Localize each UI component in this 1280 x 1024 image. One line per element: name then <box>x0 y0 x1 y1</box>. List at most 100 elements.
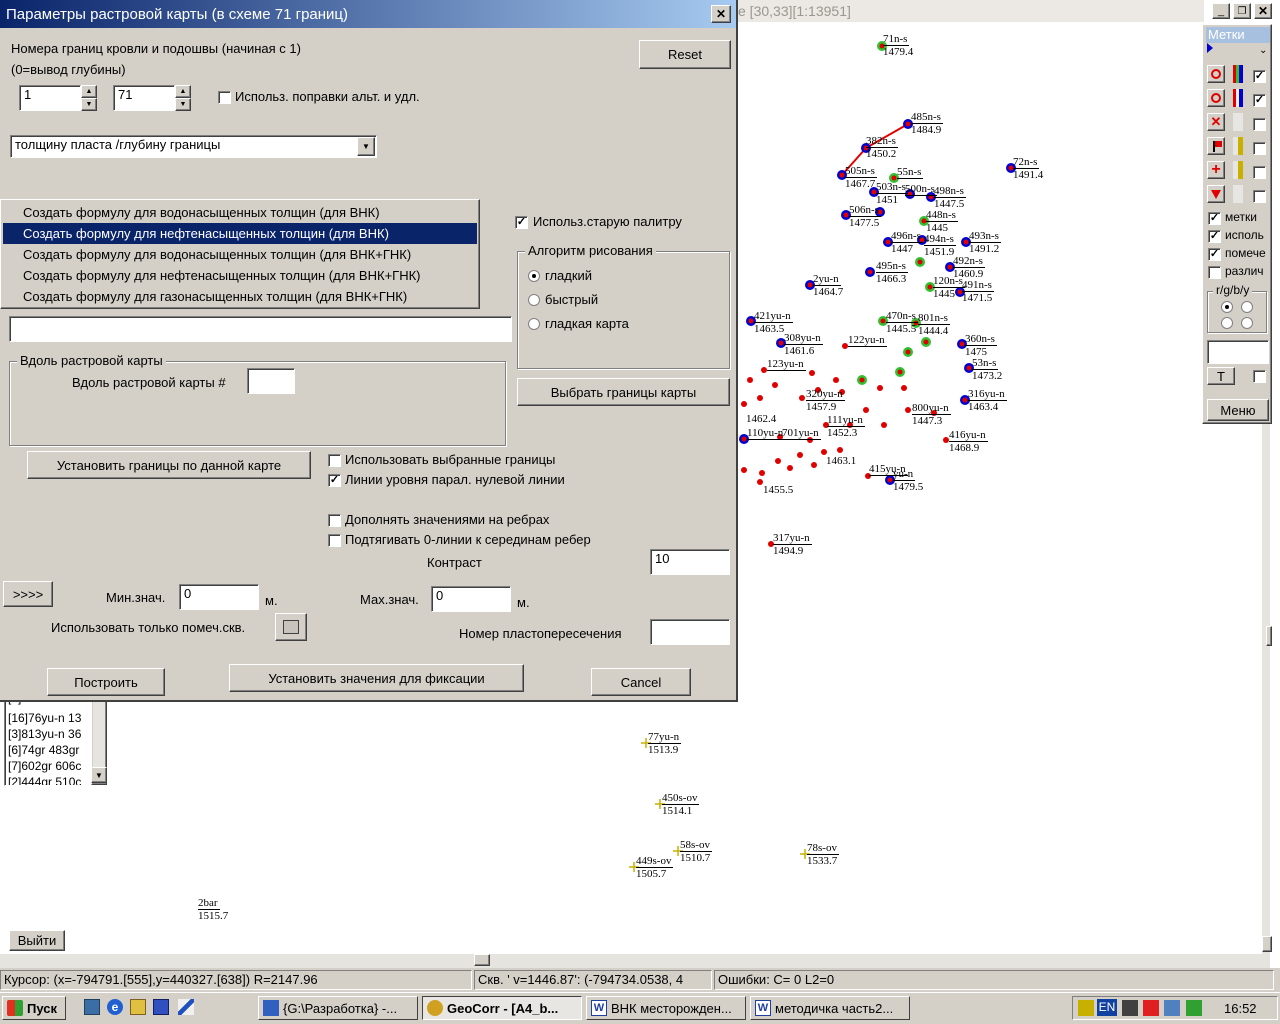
contrast-input[interactable]: 10 <box>650 549 730 575</box>
dialog-close-button[interactable]: ✕ <box>711 5 731 23</box>
mark-visible-check[interactable] <box>1253 190 1266 203</box>
bottom-boundary-up[interactable]: ▲ <box>175 85 191 98</box>
map-hscrollbar[interactable] <box>0 954 1262 968</box>
menu-item-water-vnk[interactable]: Создать формулу для водонасыщенных толщи… <box>3 202 477 223</box>
layer-number-input[interactable] <box>650 619 730 645</box>
well-list-scroll-down[interactable]: ▼ <box>91 767 107 783</box>
select-bounds-button[interactable]: Выбрать границы карты <box>517 378 730 406</box>
map-vscroll-down-button[interactable] <box>1262 936 1272 952</box>
rgby-radio-b[interactable] <box>1221 317 1233 329</box>
language-indicator[interactable]: EN <box>1097 999 1117 1016</box>
old-palette-check[interactable]: ✓ <box>515 216 528 229</box>
use-marked-button[interactable] <box>275 613 307 641</box>
menu-item-oil-vnk-gnk[interactable]: Создать формулу для нефтенасыщенных толщ… <box>3 265 477 286</box>
mode-select-dropdown[interactable]: ▼ <box>357 137 375 156</box>
exit-button[interactable]: Выйти <box>9 930 65 951</box>
distinct-check[interactable] <box>1208 266 1221 279</box>
well-label: 503n-s 1451 <box>876 181 908 206</box>
tray-monitor-icon[interactable] <box>1164 1000 1180 1016</box>
algorithm-smooth-map-radio[interactable] <box>528 318 540 330</box>
min-value-input[interactable]: 0 <box>179 584 259 610</box>
set-values-button[interactable]: Установить значения для фиксации <box>229 664 524 692</box>
rgby-radio-y[interactable] <box>1241 317 1253 329</box>
menu-button[interactable]: Меню <box>1207 399 1269 421</box>
use-corrections-check[interactable] <box>218 91 231 104</box>
top-boundary-up[interactable]: ▲ <box>81 85 97 98</box>
tray-safely-remove-icon[interactable] <box>1186 1000 1202 1016</box>
bottom-boundary-down[interactable]: ▼ <box>175 98 191 111</box>
algorithm-smooth-radio[interactable] <box>528 270 540 282</box>
menu-item-oil-vnk[interactable]: Создать формулу для нефтенасыщенных толщ… <box>3 223 477 244</box>
plus-mark-icon[interactable]: + <box>1207 161 1225 179</box>
along-number-input[interactable] <box>247 368 295 394</box>
marks-check[interactable]: ✓ <box>1208 212 1221 225</box>
cross-mark-icon[interactable]: ✕ <box>1207 113 1225 131</box>
use-check-label: исполь <box>1225 228 1264 242</box>
task-button-word-manual[interactable]: W методичка часть2... <box>750 996 910 1020</box>
algorithm-fast-radio[interactable] <box>528 294 540 306</box>
tray-app-icon[interactable] <box>1078 1000 1094 1016</box>
map-vscroll-thumb[interactable] <box>1266 626 1272 646</box>
use-selected-check[interactable] <box>328 454 341 467</box>
layer-number-label: Номер пластопересечения <box>459 626 622 641</box>
menu-item-gas-vnk-gnk[interactable]: Создать формулу для газонасыщенных толщи… <box>3 286 477 307</box>
list-item[interactable]: [6]74gr 483gr <box>8 743 79 757</box>
bottom-boundary-input[interactable]: 71 <box>113 85 175 111</box>
quick-launch-outlook-icon[interactable] <box>130 999 146 1015</box>
formula-input[interactable] <box>9 316 512 342</box>
mark-visible-check[interactable]: ✓ <box>1253 70 1266 83</box>
quick-launch-ie-icon[interactable]: e <box>107 999 123 1015</box>
t-check[interactable] <box>1253 370 1266 383</box>
start-button[interactable]: Пуск <box>2 996 66 1020</box>
top-boundary-input[interactable]: 1 <box>19 85 81 111</box>
tray-network-icon[interactable] <box>1122 1000 1138 1016</box>
list-item[interactable]: [16]76yu-n 13 <box>8 711 81 725</box>
well-label: 505n-s 1467.7 <box>845 165 877 190</box>
fill-edges-check[interactable] <box>328 514 341 527</box>
map-hscroll-thumb[interactable] <box>474 954 490 966</box>
mark-visible-check[interactable] <box>1253 166 1266 179</box>
level-lines-check[interactable]: ✓ <box>328 474 341 487</box>
quick-launch-desktop-icon[interactable] <box>84 999 100 1015</box>
flag-icon[interactable] <box>1207 137 1225 155</box>
mark-visible-check[interactable] <box>1253 118 1266 131</box>
well-label: 1455.5 <box>763 484 794 496</box>
list-item[interactable]: [7]602gr 606c <box>8 759 81 773</box>
mark-visible-check[interactable]: ✓ <box>1253 94 1266 107</box>
color-bars-icon <box>1233 89 1243 107</box>
well-label: yu-n 1479.5 <box>893 468 924 493</box>
mode-select[interactable]: толщину пласта /глубину границы <box>10 135 377 158</box>
top-boundary-down[interactable]: ▼ <box>81 98 97 111</box>
algorithm-fast-label: быстрый <box>545 292 599 307</box>
circle-mark-icon[interactable] <box>1207 65 1225 83</box>
list-item[interactable]: [2]444gr 510c <box>8 775 81 785</box>
tray-antivirus-icon[interactable] <box>1143 1000 1159 1016</box>
max-value-input[interactable]: 0 <box>431 586 511 612</box>
more-button[interactable]: >>>> <box>3 581 53 607</box>
circle-mark-icon[interactable] <box>1207 89 1225 107</box>
rgby-radio-r[interactable] <box>1221 301 1233 313</box>
build-button[interactable]: Построить <box>47 668 165 696</box>
quick-launch-pen-icon[interactable] <box>178 999 194 1015</box>
marks-text-input[interactable] <box>1207 340 1269 364</box>
quick-launch-app-icon[interactable] <box>153 999 169 1015</box>
well-label: 317yu-n 1494.9 <box>773 532 812 557</box>
well-list[interactable]: [5]505n-s 382 [16]76yu-n 13 [3]813yu-n 3… <box>4 694 108 786</box>
t-button[interactable]: T <box>1207 367 1235 385</box>
use-check[interactable]: ✓ <box>1208 230 1221 243</box>
mark-visible-check[interactable] <box>1253 142 1266 155</box>
set-bounds-button[interactable]: Установить границы по данной карте <box>27 451 311 479</box>
well-label: 55n-s <box>897 166 924 179</box>
cancel-button[interactable]: Cancel <box>591 668 691 696</box>
task-button-explorer[interactable]: {G:\Разработка} -... <box>258 996 418 1020</box>
chevron-down-icon[interactable]: ⌄ <box>1259 45 1267 56</box>
rgby-radio-g[interactable] <box>1241 301 1253 313</box>
list-item[interactable]: [3]813yu-n 36 <box>8 727 81 741</box>
triangle-mark-icon[interactable] <box>1207 185 1225 203</box>
reset-button[interactable]: Reset <box>639 40 731 69</box>
menu-item-water-vnk-gnk[interactable]: Создать формулу для водонасыщенных толщи… <box>3 244 477 265</box>
task-button-word-vnk[interactable]: W ВНК месторожден... <box>586 996 746 1020</box>
task-button-geocorr[interactable]: GeoCorr - [A4_b... <box>422 996 582 1020</box>
marked-check[interactable]: ✓ <box>1208 248 1221 261</box>
pull-lines-check[interactable] <box>328 534 341 547</box>
